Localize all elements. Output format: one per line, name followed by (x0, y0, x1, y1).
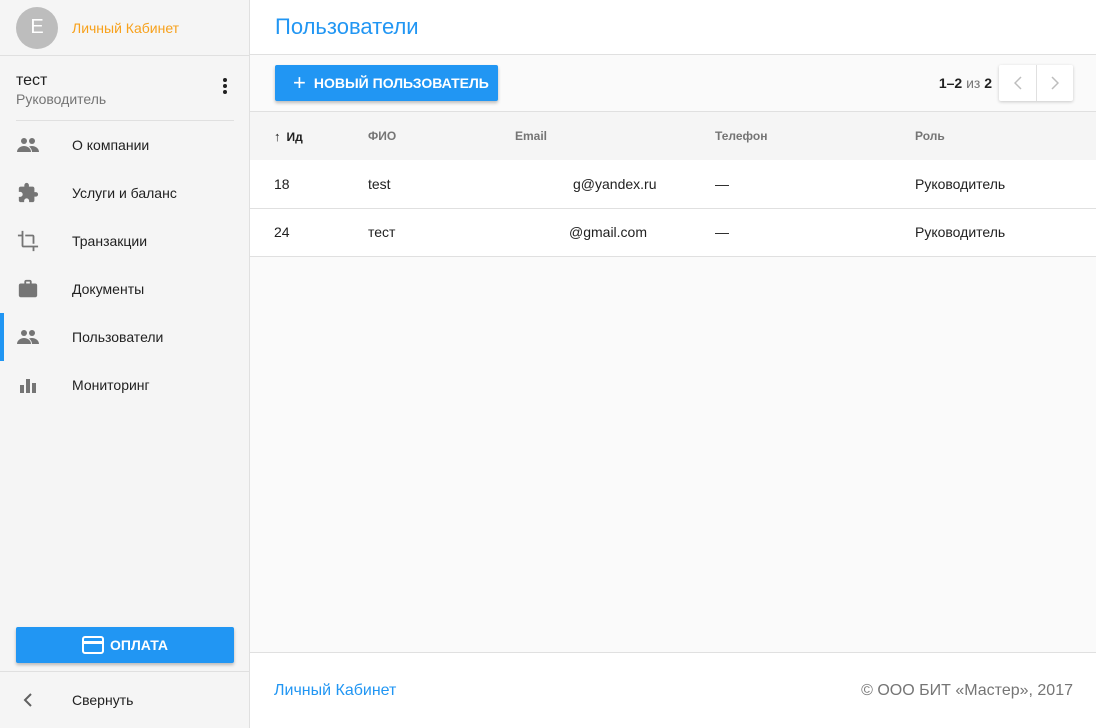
sidebar-item-label: Пользователи (72, 329, 164, 345)
sidebar-item-label: О компании (72, 137, 150, 153)
sidebar-item-documents[interactable]: Документы (0, 265, 249, 313)
page-header: Пользователи (250, 0, 1096, 55)
cell-email: g@yandex.ru (573, 175, 657, 192)
chevron-left-icon (16, 688, 40, 712)
sidebar-item-label: Документы (72, 281, 145, 297)
sidebar-item-label: Транзакции (72, 233, 148, 249)
people-icon (16, 133, 40, 157)
new-user-button-label: НОВЫЙ ПОЛЬЗОВАТЕЛЬ (313, 75, 489, 91)
sidebar-item-services[interactable]: Услуги и баланс (0, 169, 249, 217)
new-user-button[interactable]: + НОВЫЙ ПОЛЬЗОВАТЕЛЬ (275, 65, 498, 101)
column-header-id[interactable]: ↑ Ид (250, 112, 368, 160)
puzzle-icon (16, 181, 40, 205)
cell-role: Руководитель (915, 175, 1006, 192)
table-header-row: ↑ Ид ФИО Email Телефон Роль (250, 112, 1096, 160)
pagination-info: 1–2 из 2 (939, 75, 992, 91)
sidebar-item-company[interactable]: О компании (0, 121, 249, 169)
people-icon (16, 325, 40, 349)
sidebar: E Личный Кабинет тест Руководитель О ком… (0, 0, 250, 728)
sidebar-item-label: Мониторинг (72, 377, 150, 393)
sidebar-item-transactions[interactable]: Транзакции (0, 217, 249, 265)
sidebar-item-users[interactable]: Пользователи (0, 313, 249, 361)
column-header-role[interactable]: Роль (915, 112, 1096, 160)
bar-chart-icon (16, 373, 40, 397)
copyright-text: © ООО БИТ «Мастер», 2017 (861, 681, 1073, 699)
sidebar-nav: О компании Услуги и баланс Транзакции До… (0, 121, 249, 409)
cell-phone: — (715, 224, 729, 240)
avatar[interactable]: E (16, 6, 58, 49)
payment-button[interactable]: ОПЛАТА (16, 627, 234, 663)
column-header-email[interactable]: Email (515, 112, 715, 160)
column-header-phone[interactable]: Телефон (715, 112, 915, 160)
cell-id: 24 (274, 224, 290, 240)
brand-link[interactable]: Личный Кабинет (72, 20, 179, 36)
toolbar: + НОВЫЙ ПОЛЬЗОВАТЕЛЬ 1–2 из 2 (250, 55, 1096, 112)
sidebar-item-monitoring[interactable]: Мониторинг (0, 361, 249, 409)
pagination-of: из (966, 75, 981, 91)
chevron-left-icon (1013, 76, 1022, 90)
cell-phone: — (715, 175, 729, 192)
footer-link[interactable]: Личный Кабинет (274, 682, 396, 700)
cell-name: тест (368, 224, 396, 240)
sidebar-header: E Личный Кабинет (0, 0, 249, 56)
sidebar-item-label: Услуги и баланс (72, 185, 177, 201)
credit-card-icon (82, 636, 105, 654)
cell-role: Руководитель (915, 224, 1006, 240)
pagination-controls (999, 65, 1073, 101)
cell-name: test (368, 175, 391, 192)
plus-icon: + (293, 70, 306, 95)
main-content: Пользователи + НОВЫЙ ПОЛЬЗОВАТЕЛЬ 1–2 из… (250, 0, 1096, 728)
pagination-total: 2 (984, 75, 992, 91)
footer: Личный Кабинет © ООО БИТ «Мастер», 2017 (250, 652, 1096, 728)
column-header-name[interactable]: ФИО (368, 112, 515, 160)
briefcase-icon (16, 277, 40, 301)
payment-button-label: ОПЛАТА (110, 637, 168, 653)
pagination-range: 1–2 (938, 75, 963, 91)
collapse-sidebar[interactable]: Свернуть (0, 671, 249, 728)
cell-id: 18 (274, 175, 290, 192)
user-role: Руководитель (16, 91, 107, 107)
next-page-button[interactable] (1036, 65, 1073, 101)
table-row[interactable]: 18 test g@yandex.ru — Руководитель (250, 160, 1096, 208)
cell-email: @gmail.com (569, 224, 648, 240)
table-row[interactable]: 24 тест @gmail.com — Руководитель (250, 208, 1096, 256)
users-table: ↑ Ид ФИО Email Телефон Роль 18 test g@yan… (250, 112, 1096, 257)
user-name: тест (16, 72, 48, 89)
prev-page-button[interactable] (999, 65, 1036, 101)
chevron-right-icon (1051, 76, 1059, 90)
user-info: тест Руководитель (0, 56, 249, 120)
crop-icon (16, 229, 40, 253)
arrow-up-icon: ↑ (274, 128, 281, 144)
collapse-label: Свернуть (72, 692, 134, 708)
more-vert-icon[interactable] (217, 78, 233, 94)
page-title: Пользователи (275, 14, 419, 39)
